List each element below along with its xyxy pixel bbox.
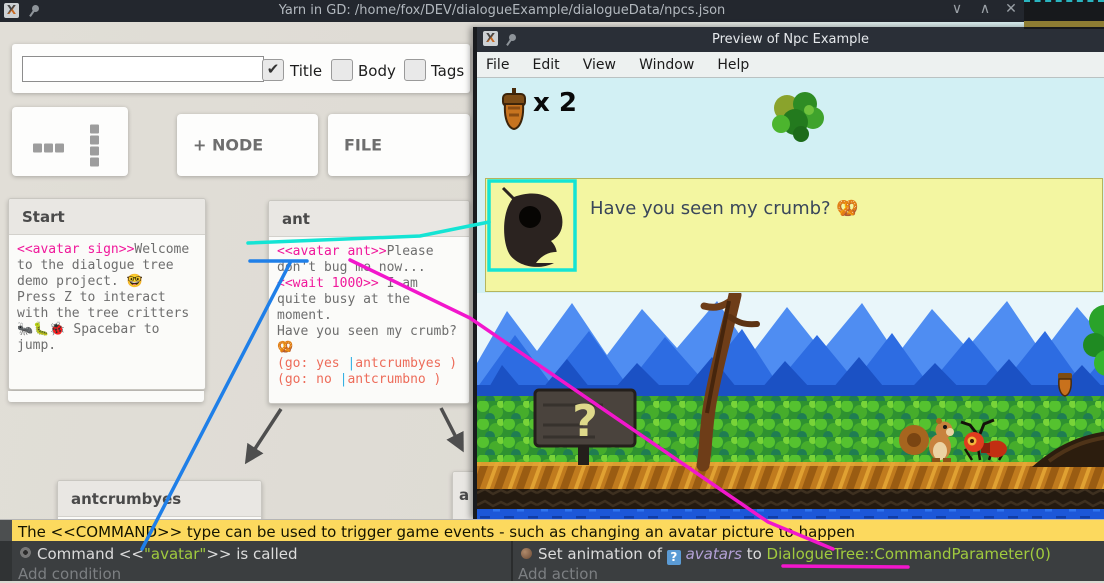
add-action[interactable]: Add action: [518, 565, 598, 583]
pin-icon[interactable]: [30, 4, 42, 16]
event-action[interactable]: Set animation of ? avatars to DialogueTr…: [538, 545, 1051, 565]
condition-icon: [20, 547, 31, 558]
node-start-header: Start: [9, 199, 205, 235]
hud-item-count: x 2: [533, 88, 577, 118]
filter-body-checkbox[interactable]: [331, 59, 353, 81]
close-button[interactable]: ✕: [1000, 1, 1022, 17]
background-window-fragment: [1024, 0, 1104, 29]
dialogue-box: Have you seen my crumb? 🥨: [485, 178, 1103, 292]
menu-view[interactable]: View: [574, 52, 625, 73]
object-unknown-icon: ?: [667, 550, 681, 565]
events-bar: Command <<"avatar">> is called Add condi…: [0, 541, 1104, 581]
shade-button[interactable]: ∨: [946, 1, 968, 17]
yarn-window-title: Yarn in GD: /home/fox/DEV/dialogueExampl…: [140, 3, 864, 18]
arrange-nodes-button[interactable]: [12, 107, 128, 176]
hud-acorn-icon: [499, 86, 529, 132]
node-ant[interactable]: ant <<avatar ant>>Please don't bug me no…: [268, 200, 470, 404]
ground-dark: [477, 489, 1104, 509]
filter-title-checkbox[interactable]: ✔: [262, 59, 284, 81]
node-antcrumbyes[interactable]: antcrumbyes: [57, 480, 262, 521]
node-ant-body: <<avatar ant>>Please don't bug me now...…: [269, 237, 469, 395]
bush-sprite: [765, 90, 827, 142]
filter-tags-label: Tags: [431, 62, 464, 80]
maximize-button[interactable]: ∧: [974, 1, 996, 17]
action-object: avatars: [686, 545, 742, 563]
filter-title-label: Title: [290, 62, 322, 80]
preview-titlebar: X Preview of Npc Example: [477, 27, 1104, 52]
action-value: DialogueTree::CommandParameter(0): [767, 545, 1051, 563]
node-start[interactable]: Start <<avatar sign>>Welcome to the dial…: [8, 198, 206, 390]
menu-edit[interactable]: Edit: [524, 52, 569, 73]
hanging-acorn: [1058, 373, 1072, 396]
sign-question-text: ?: [572, 396, 598, 447]
game-scene: ?: [477, 293, 1104, 519]
yarn-titlebar: X Yarn in GD: /home/fox/DEV/dialogueExam…: [0, 0, 1104, 22]
filter-body-label: Body: [358, 62, 396, 80]
menu-window[interactable]: Window: [630, 52, 703, 73]
condition-param: "avatar": [144, 545, 206, 563]
events-bar-notch: [0, 541, 12, 581]
filter-tags-checkbox[interactable]: [404, 59, 426, 81]
tooltip-bar: The <<COMMAND>> type can be used to trig…: [0, 519, 1104, 541]
node-antcrumbyes-header: antcrumbyes: [58, 481, 261, 517]
preview-menubar: File Edit View Window Help: [477, 52, 1104, 78]
tooltip-text: The <<COMMAND>> type can be used to trig…: [18, 523, 855, 541]
add-node-button[interactable]: + NODE: [177, 114, 318, 176]
node-start-body: <<avatar sign>>Welcome to the dialogue t…: [9, 235, 205, 361]
water: [477, 509, 1104, 519]
menu-file[interactable]: File: [477, 52, 518, 73]
npc-avatar: [498, 185, 578, 273]
event-condition[interactable]: Command <<"avatar">> is called: [37, 545, 298, 563]
file-menu-button[interactable]: FILE: [328, 114, 470, 176]
yarn-app-icon: X: [4, 3, 19, 18]
search-input[interactable]: [22, 56, 264, 82]
node-antcrumbno-header: a: [453, 472, 474, 520]
node-start-footer: [8, 391, 204, 402]
menu-help[interactable]: Help: [708, 52, 758, 73]
search-panel: ✔ Title Body Tags: [12, 44, 470, 93]
tooltip-bar-notch: [0, 520, 12, 542]
action-icon: [521, 548, 532, 559]
add-condition[interactable]: Add condition: [18, 565, 121, 583]
dialogue-text: Have you seen my crumb? 🥨: [590, 198, 859, 219]
preview-window-title: Preview of Npc Example: [477, 32, 1104, 47]
node-antcrumbno-partial[interactable]: a: [452, 471, 475, 521]
events-divider: [511, 541, 513, 581]
game-viewport[interactable]: x 2 Have you seen my crumb? 🥨: [477, 78, 1104, 519]
preview-window: X Preview of Npc Example File Edit View …: [473, 27, 1104, 519]
ground: [477, 462, 1104, 489]
node-ant-header: ant: [269, 201, 469, 237]
